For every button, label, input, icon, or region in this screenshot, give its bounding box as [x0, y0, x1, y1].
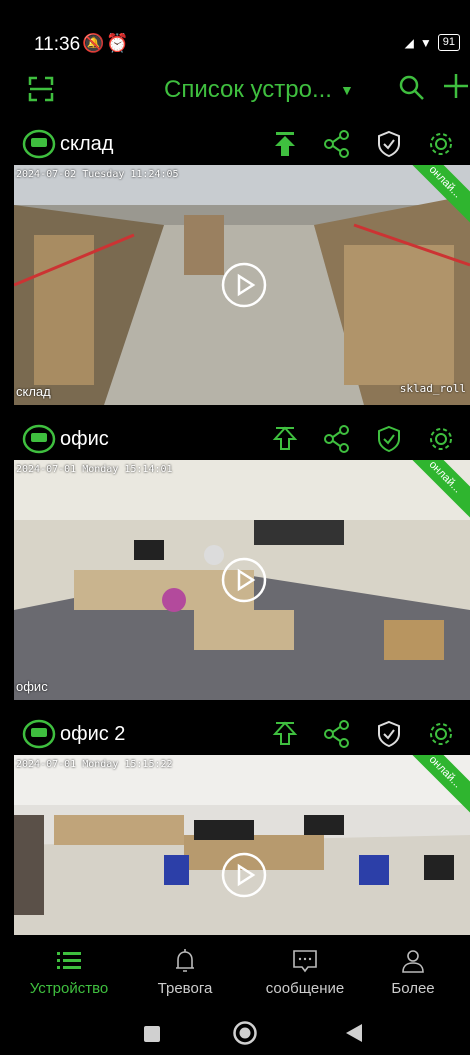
camera-header: офис 2 [0, 715, 470, 755]
nav-item-messages[interactable]: сообщение [250, 940, 360, 998]
person-icon [402, 950, 424, 973]
recent-apps-icon[interactable] [144, 1026, 160, 1042]
nav-label: Тревога [157, 980, 213, 997]
nav-label: Устройство [29, 980, 109, 997]
signal-icon: ◢ [404, 35, 414, 50]
muted-bell-icon: 🔕 [82, 33, 105, 53]
upload-icon[interactable] [270, 129, 300, 159]
share-icon[interactable] [322, 424, 352, 454]
app-header: Список устро... ▼ [0, 70, 470, 110]
shield-check-icon[interactable] [374, 424, 404, 454]
camera-name[interactable]: офис 2 [60, 723, 125, 746]
wifi-icon: ▼ [419, 35, 432, 50]
chevron-down-icon[interactable]: ▼ [340, 82, 354, 98]
timestamp-overlay: 2024-07-01 Monday 15:14:01 [16, 464, 173, 475]
upload-icon[interactable] [270, 424, 300, 454]
bottom-navigation: Устройство Тревога сообщение Более [0, 940, 470, 1010]
camera-header: склад [0, 125, 470, 165]
nav-label: Более [391, 980, 435, 997]
camera-corner-label: sklad_roll [399, 382, 466, 395]
scan-icon[interactable] [28, 76, 54, 102]
gear-icon[interactable] [426, 129, 456, 159]
timestamp-overlay: 2024-07-02 Tuesday 11:24:05 [16, 169, 179, 180]
status-bar: 11:36 🔕 ⏰ ◢ ▼ 91 [0, 0, 470, 60]
camera-feed[interactable]: 2024-07-01 Monday 15:15:22 онлай... [14, 755, 470, 935]
plus-icon[interactable] [442, 72, 470, 100]
camera-icon [22, 719, 56, 749]
list-icon [57, 952, 81, 969]
camera-icon [22, 129, 56, 159]
search-icon[interactable] [398, 74, 426, 102]
device-list-title[interactable]: Список устро... [164, 76, 332, 104]
camera-feed[interactable]: 2024-07-01 Monday 15:14:01 офис онлай... [14, 460, 470, 700]
play-icon[interactable] [220, 556, 268, 604]
shield-check-icon[interactable] [374, 719, 404, 749]
gear-icon[interactable] [426, 424, 456, 454]
back-icon[interactable] [344, 1022, 364, 1044]
camera-overlay-label: офис [16, 679, 48, 694]
play-icon[interactable] [220, 851, 268, 899]
share-icon[interactable] [322, 129, 352, 159]
system-navigation-bar [0, 1010, 470, 1055]
camera-overlay-label: склад [16, 384, 51, 399]
battery-indicator: 91 [437, 34, 460, 51]
shield-check-icon[interactable] [374, 129, 404, 159]
nav-label: сообщение [265, 980, 345, 997]
camera-icon [22, 424, 56, 454]
nav-item-devices[interactable]: Устройство [14, 940, 124, 998]
nav-item-alarm[interactable]: Тревога [130, 940, 240, 998]
alarm-icon: ⏰ [106, 33, 129, 53]
share-icon[interactable] [322, 719, 352, 749]
camera-name[interactable]: склад [60, 133, 113, 156]
play-icon[interactable] [220, 261, 268, 309]
upload-icon[interactable] [270, 719, 300, 749]
message-icon [293, 950, 317, 973]
home-icon[interactable] [232, 1020, 258, 1046]
office-video-frame [14, 755, 470, 935]
camera-header: офис [0, 420, 470, 460]
gear-icon[interactable] [426, 719, 456, 749]
camera-feed[interactable]: 2024-07-02 Tuesday 11:24:05 склад sklad_… [14, 165, 470, 405]
nav-item-more[interactable]: Более [358, 940, 468, 998]
camera-name[interactable]: офис [60, 428, 109, 451]
timestamp-overlay: 2024-07-01 Monday 15:15:22 [16, 759, 173, 770]
bell-icon [176, 949, 194, 972]
status-time: 11:36 [34, 34, 81, 55]
